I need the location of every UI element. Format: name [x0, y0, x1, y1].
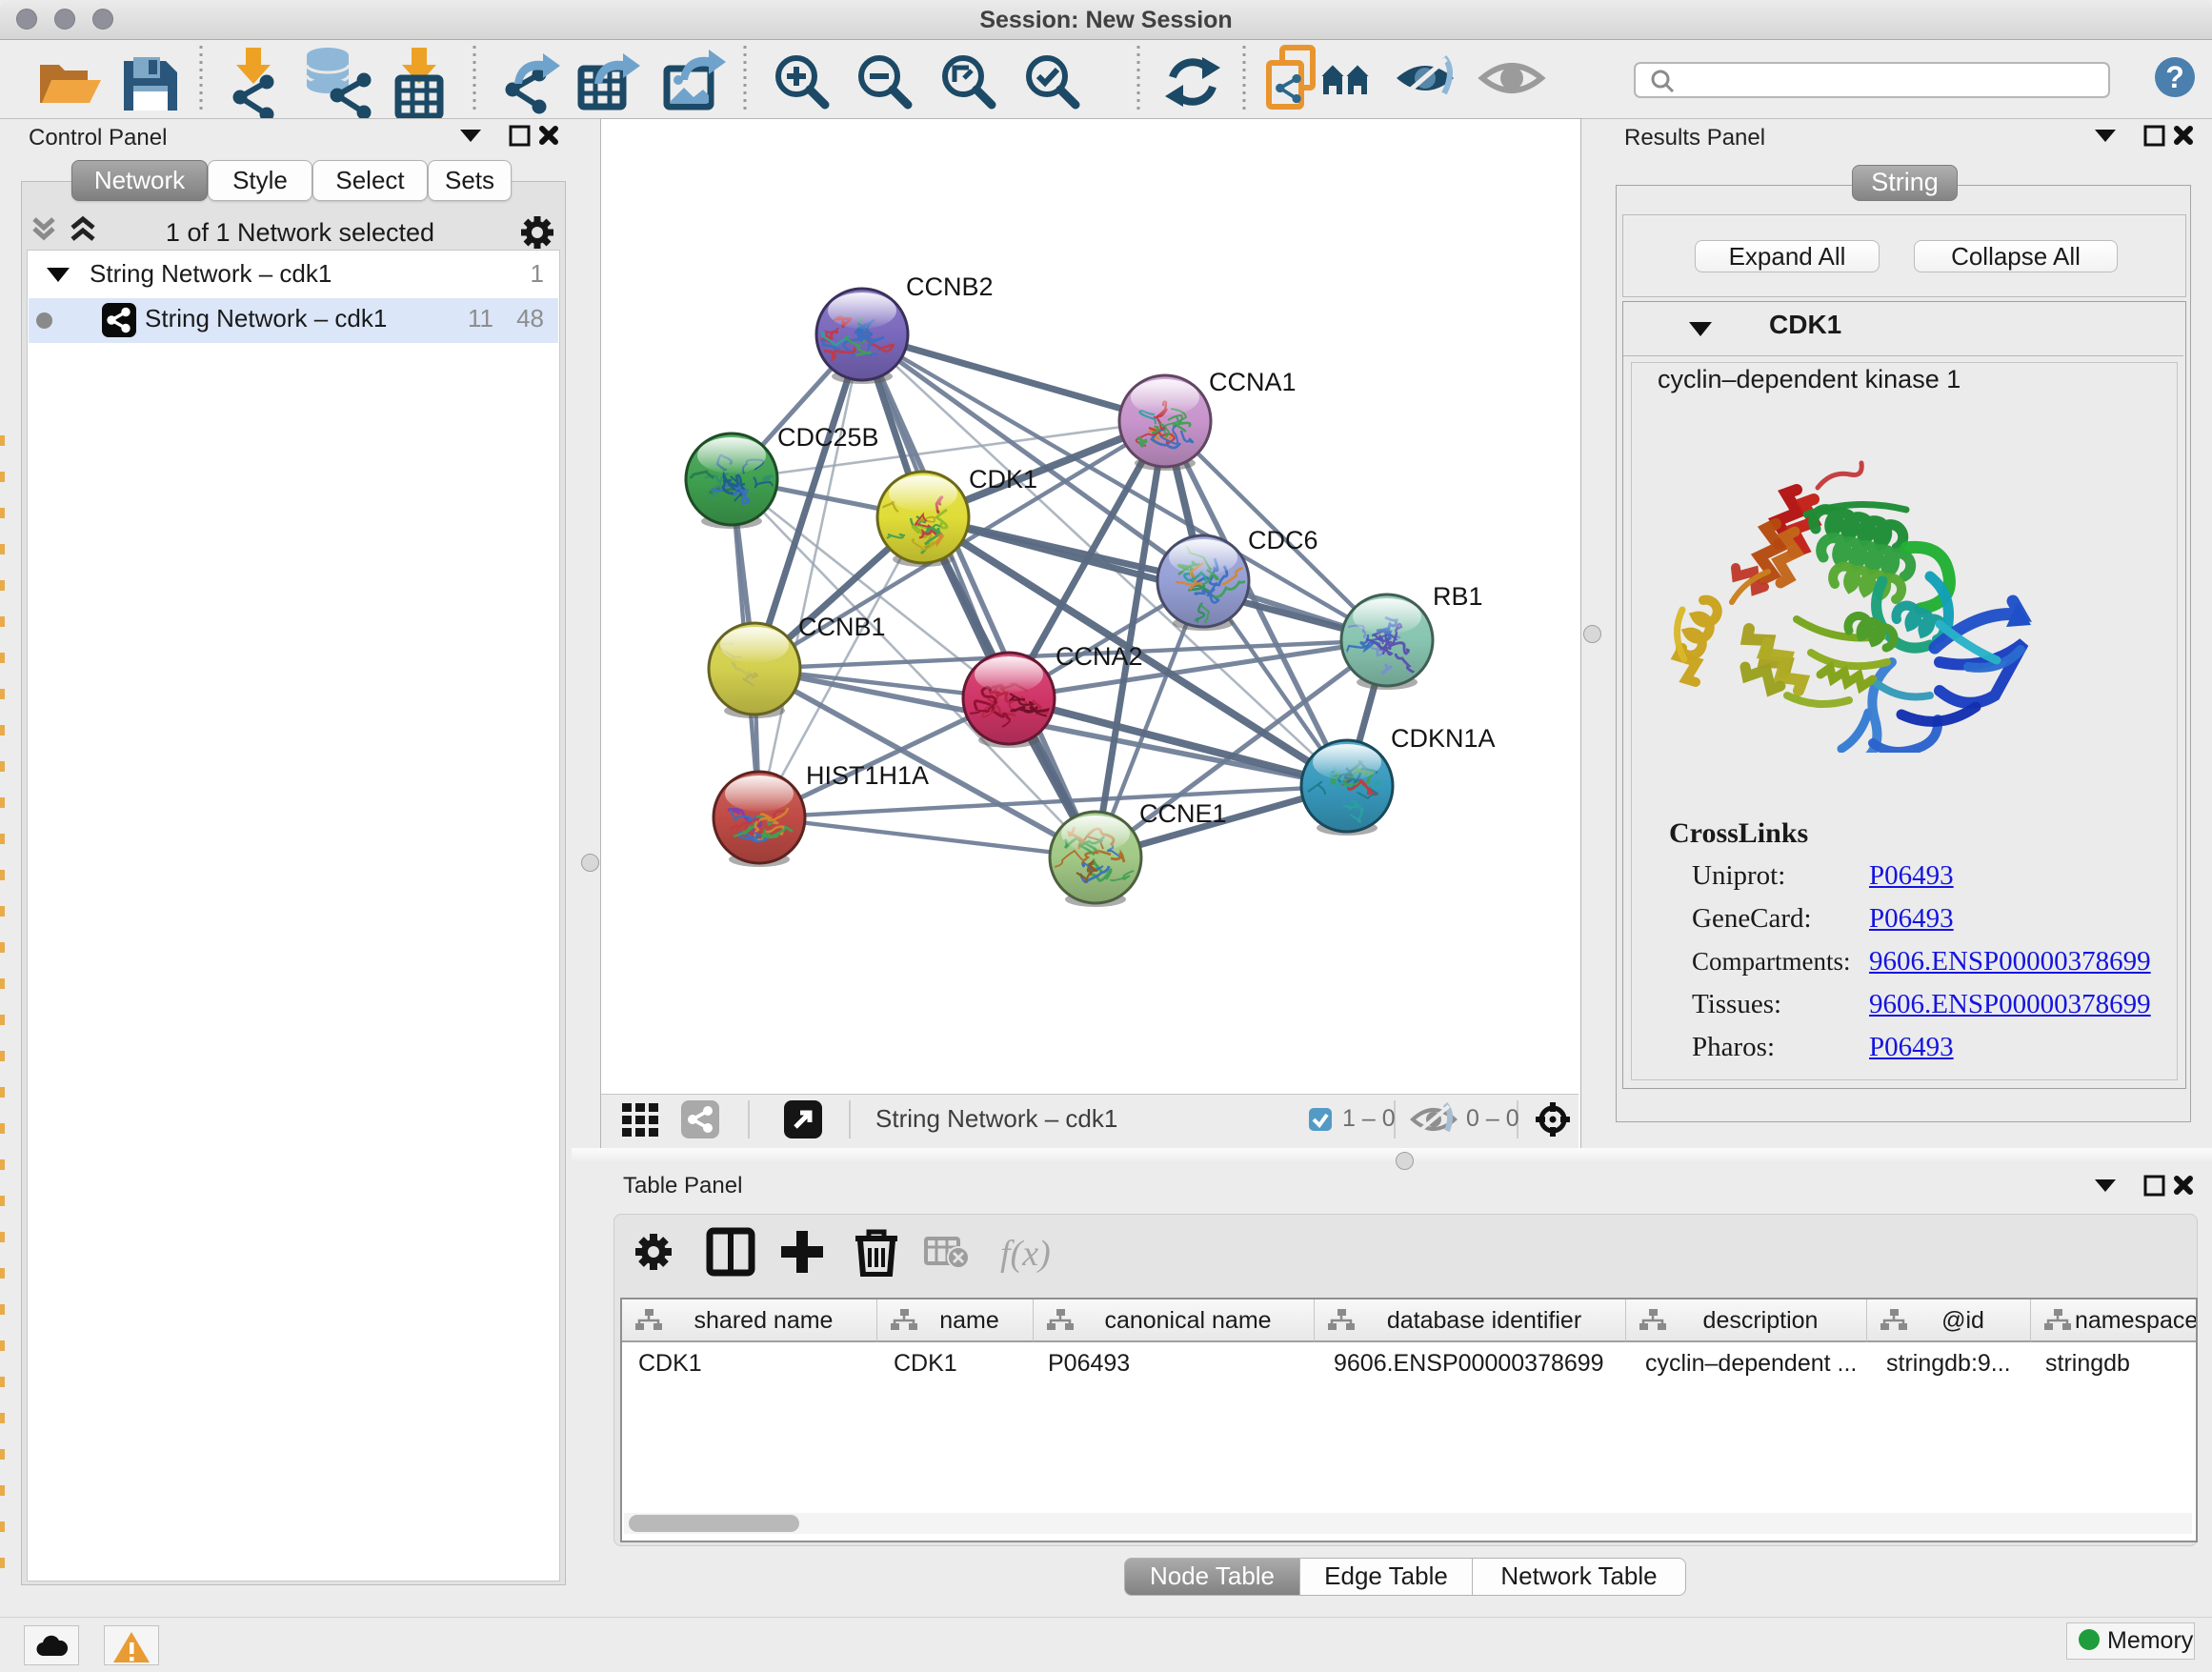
svg-text:RB1: RB1	[1433, 582, 1483, 611]
svg-text:f(x): f(x)	[1000, 1234, 1051, 1274]
svg-text:?: ?	[2165, 60, 2184, 94]
svg-text:CDK1: CDK1	[969, 465, 1037, 494]
svg-text:0 – 0: 0 – 0	[1466, 1105, 1519, 1132]
svg-text:CCNA2: CCNA2	[1056, 642, 1143, 671]
svg-text:CDC25B: CDC25B	[777, 423, 879, 452]
svg-text:CCNB2: CCNB2	[906, 272, 994, 301]
svg-text:1 – 0: 1 – 0	[1342, 1105, 1396, 1132]
svg-text:String Network – cdk1: String Network – cdk1	[875, 1104, 1117, 1133]
svg-text:CCNB1: CCNB1	[798, 613, 886, 641]
svg-text:CCNA1: CCNA1	[1209, 368, 1297, 396]
svg-text:CDKN1A: CDKN1A	[1391, 724, 1496, 753]
svg-text:CCNE1: CCNE1	[1139, 799, 1227, 828]
svg-text:HIST1H1A: HIST1H1A	[806, 761, 929, 790]
svg-text:CDC6: CDC6	[1248, 526, 1318, 554]
